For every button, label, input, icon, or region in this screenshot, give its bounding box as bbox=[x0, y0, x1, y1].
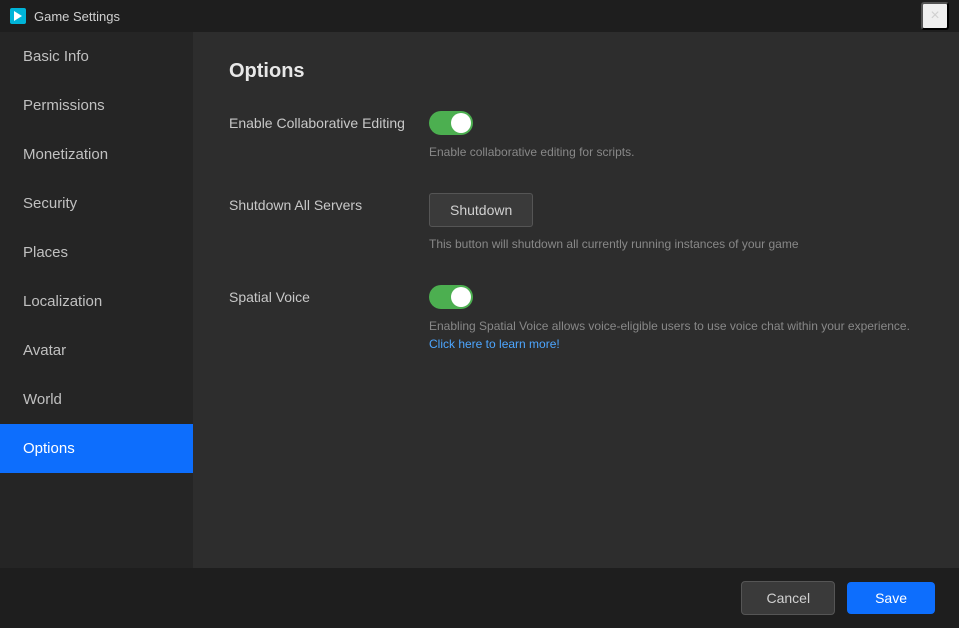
shutdown-button[interactable]: Shutdown bbox=[429, 193, 533, 227]
close-button[interactable]: × bbox=[921, 2, 949, 30]
title-bar-left: Game Settings bbox=[10, 8, 120, 24]
footer: Cancel Save bbox=[0, 568, 959, 628]
setting-label-col-shutdown: Shutdown All Servers bbox=[229, 193, 409, 215]
sidebar: Basic Info Permissions Monetization Secu… bbox=[0, 32, 193, 568]
main-container: Basic Info Permissions Monetization Secu… bbox=[0, 32, 959, 568]
window-title: Game Settings bbox=[34, 9, 120, 24]
spatial-toggle-knob bbox=[451, 287, 471, 307]
save-button[interactable]: Save bbox=[847, 582, 935, 614]
spatial-voice-description: Enabling Spatial Voice allows voice-elig… bbox=[429, 317, 923, 335]
sidebar-item-permissions[interactable]: Permissions bbox=[0, 81, 193, 130]
collaborative-editing-control: Enable collaborative editing for scripts… bbox=[429, 111, 923, 161]
sidebar-item-world[interactable]: World bbox=[0, 375, 193, 424]
setting-row-spatial-voice: Spatial Voice Enabling Spatial Voice all… bbox=[229, 285, 923, 353]
toggle-container bbox=[429, 111, 473, 135]
collaborative-editing-label: Enable Collaborative Editing bbox=[229, 115, 405, 131]
app-icon bbox=[10, 8, 26, 24]
collaborative-editing-toggle[interactable] bbox=[429, 111, 473, 135]
setting-row-shutdown: Shutdown All Servers Shutdown This butto… bbox=[229, 193, 923, 253]
setting-row-collaborative-editing: Enable Collaborative Editing Enable coll… bbox=[229, 111, 923, 161]
shutdown-label: Shutdown All Servers bbox=[229, 197, 362, 213]
sidebar-item-localization[interactable]: Localization bbox=[0, 277, 193, 326]
page-title: Options bbox=[229, 60, 923, 83]
shutdown-control: Shutdown This button will shutdown all c… bbox=[429, 193, 923, 253]
content-area: Options Enable Collaborative Editing Ena… bbox=[193, 32, 959, 568]
sidebar-item-basic-info[interactable]: Basic Info bbox=[0, 32, 193, 81]
sidebar-item-monetization[interactable]: Monetization bbox=[0, 130, 193, 179]
shutdown-description: This button will shutdown all currently … bbox=[429, 235, 923, 253]
title-bar: Game Settings × bbox=[0, 0, 959, 32]
cancel-button[interactable]: Cancel bbox=[741, 581, 835, 615]
setting-label-col: Enable Collaborative Editing bbox=[229, 111, 409, 133]
spatial-voice-label: Spatial Voice bbox=[229, 289, 310, 305]
collaborative-editing-description: Enable collaborative editing for scripts… bbox=[429, 143, 923, 161]
sidebar-item-places[interactable]: Places bbox=[0, 228, 193, 277]
sidebar-item-security[interactable]: Security bbox=[0, 179, 193, 228]
spatial-toggle-container bbox=[429, 285, 473, 309]
spatial-voice-link[interactable]: Click here to learn more! bbox=[429, 337, 560, 351]
sidebar-item-avatar[interactable]: Avatar bbox=[0, 326, 193, 375]
sidebar-item-options[interactable]: Options bbox=[0, 424, 193, 473]
setting-label-col-spatial: Spatial Voice bbox=[229, 285, 409, 307]
toggle-knob bbox=[451, 113, 471, 133]
spatial-voice-control: Enabling Spatial Voice allows voice-elig… bbox=[429, 285, 923, 353]
spatial-voice-toggle[interactable] bbox=[429, 285, 473, 309]
